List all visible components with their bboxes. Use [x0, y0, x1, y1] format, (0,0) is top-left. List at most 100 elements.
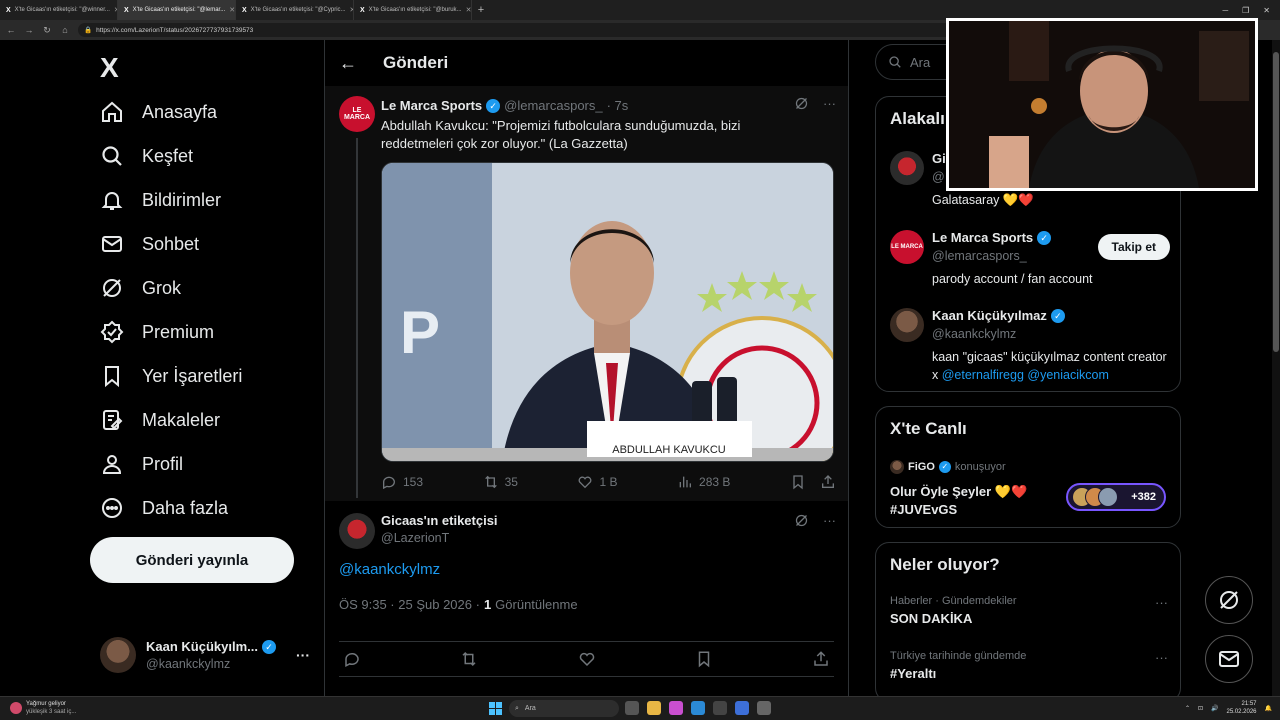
tab-close-icon[interactable]: ✕ — [466, 6, 471, 14]
trend-item[interactable]: Haberler · Gündemdekiler SON DAKİKA ··· — [890, 595, 1168, 626]
post-button[interactable]: Gönderi yayınla — [90, 537, 294, 583]
live-listeners-badge[interactable]: +382 — [1066, 483, 1166, 511]
close-window-icon[interactable]: ✕ — [1263, 6, 1270, 15]
post-header: ← Gönderi — [325, 40, 848, 86]
share-icon[interactable] — [812, 650, 830, 668]
reply-count[interactable]: 153 — [381, 474, 423, 490]
bio-link[interactable]: @eternalfiregg — [942, 368, 1024, 382]
start-button[interactable] — [489, 702, 502, 715]
views-label: Görüntülenme — [495, 597, 578, 612]
sidebar-item-notifications[interactable]: Bildirimler — [100, 185, 221, 215]
reply-icon[interactable] — [343, 650, 361, 668]
messages-fab-button[interactable] — [1205, 635, 1253, 683]
avatar[interactable] — [339, 513, 375, 549]
repost-icon[interactable] — [460, 650, 478, 668]
article-icon — [103, 410, 123, 430]
taskbar-search[interactable]: ⌕ Ara — [509, 700, 619, 717]
live-topic[interactable]: Olur Öyle Şeyler 💛❤️ #JUVEvGS — [890, 483, 1027, 519]
browser-tab-active[interactable]: X X'te Gicaas'ın etiketçisi: "@lemar... ✕ — [118, 0, 236, 20]
like-count[interactable]: 1 B — [577, 474, 618, 490]
notification-icon[interactable]: 🔔 — [1265, 705, 1272, 712]
account-switcher[interactable]: Kaan Küçükyılm... ✓ @kaankckylmz ··· — [100, 635, 310, 675]
file-explorer-icon[interactable] — [647, 701, 661, 715]
bookmark-icon[interactable] — [790, 474, 806, 490]
post-timestamp[interactable]: ÖS 9:35 · 25 Şub 2026 · — [339, 597, 480, 612]
browser-tab[interactable]: XX'te Gicaas'ın etiketçisi: "@Cypric...✕ — [236, 0, 354, 20]
tab-close-icon[interactable]: ✕ — [229, 6, 235, 14]
browser-tab[interactable]: XX'te Gicaas'ın etiketçisi: "@winner...✕ — [0, 0, 118, 20]
sidebar-item-articles[interactable]: Makaleler — [100, 405, 220, 435]
quoted-post[interactable]: LE MARCA Le Marca Sports ✓ @lemarcaspors… — [325, 86, 848, 501]
author-handle[interactable]: @LazerionT — [381, 531, 449, 545]
more-options-icon[interactable]: ··· — [823, 96, 836, 111]
weather-widget[interactable]: Yağmur geliyor yükleşik 3 saat iç... — [10, 700, 76, 716]
x-logo-icon[interactable]: X — [100, 52, 119, 84]
sidebar-item-bookmarks[interactable]: Yer İşaretleri — [100, 361, 242, 391]
url-field[interactable]: 🔒 https://x.com/LazerionT/status/2026727… — [78, 23, 978, 37]
post-image[interactable]: P ABDULLAH KAVUKCU — [381, 162, 834, 462]
author-name[interactable]: Le Marca Sports — [381, 98, 482, 113]
edge-icon[interactable] — [691, 701, 705, 715]
view-count[interactable]: 283 B — [677, 474, 730, 490]
reload-icon[interactable]: ↻ — [42, 25, 52, 36]
account-more-icon[interactable]: ··· — [296, 647, 310, 663]
card-title: Alakalı — [890, 109, 945, 128]
sidebar-item-home[interactable]: Anasayfa — [100, 97, 217, 127]
volume-icon[interactable]: 🔊 — [1211, 705, 1218, 712]
sidebar-item-more[interactable]: Daha fazla — [100, 493, 228, 523]
more-options-icon[interactable]: ··· — [823, 513, 836, 528]
clock[interactable]: 21:57 25.02.2026 — [1226, 700, 1256, 716]
scrollbar-thumb[interactable] — [1273, 52, 1279, 352]
post-text: Abdullah Kavukcu: "Projemizi futbolcular… — [381, 118, 741, 151]
heart-icon[interactable] — [578, 650, 596, 668]
live-host[interactable]: FiGO ✓ konuşuyor — [890, 460, 1006, 474]
grok-fab-button[interactable] — [1205, 576, 1253, 624]
sidebar-item-explore[interactable]: Keşfet — [100, 141, 193, 171]
verified-badge-icon: ✓ — [1037, 230, 1052, 245]
page-scrollbar[interactable] — [1272, 40, 1280, 696]
sidebar-item-profile[interactable]: Profil — [100, 449, 183, 479]
back-arrow-icon[interactable]: ← — [339, 53, 357, 74]
app-icon[interactable] — [713, 701, 727, 715]
sidebar-item-grok[interactable]: Grok — [100, 273, 181, 303]
avatar: LE MARCA — [890, 230, 924, 264]
post-meta: ÖS 9:35 · 25 Şub 2026 · 1 Görüntülenme — [339, 597, 578, 612]
restore-icon[interactable]: ❐ — [1242, 6, 1249, 15]
forward-nav-icon[interactable]: → — [24, 25, 34, 35]
minimize-icon[interactable]: ─ — [1222, 6, 1228, 15]
network-icon[interactable]: ⊡ — [1198, 705, 1203, 712]
author-name[interactable]: Gicaas'ın etiketçisi — [381, 513, 498, 528]
trend-item[interactable]: Türkiye tarihinde gündemde #Yeraltı ··· — [890, 650, 1168, 681]
author-handle[interactable]: @lemarcaspors_ — [504, 98, 602, 113]
bio-link[interactable]: @yeniacikcom — [1027, 368, 1108, 382]
follow-button[interactable]: Takip et — [1097, 234, 1170, 260]
avatar[interactable]: LE MARCA — [339, 96, 375, 132]
app-icon[interactable] — [757, 701, 771, 715]
sidebar-item-premium[interactable]: Premium — [100, 317, 214, 347]
grok-icon[interactable] — [794, 96, 809, 111]
task-view-icon[interactable] — [625, 701, 639, 715]
avatar — [100, 637, 136, 673]
sidebar-item-messages[interactable]: Sohbet — [100, 229, 199, 259]
x-favicon-icon: X — [124, 6, 129, 14]
app-icon[interactable] — [735, 701, 749, 715]
more-options-icon[interactable]: ··· — [1155, 650, 1168, 665]
more-options-icon[interactable]: ··· — [1155, 595, 1168, 610]
related-person[interactable]: Kaan Küçükyılmaz ✓ @kaankckylmz kaan "gic… — [890, 308, 1170, 384]
home-nav-icon[interactable]: ⌂ — [60, 25, 70, 35]
post-mention-link[interactable]: @kaankckylmz — [339, 561, 440, 578]
new-tab-button[interactable]: + — [472, 4, 490, 16]
avatar — [890, 151, 924, 185]
app-icon[interactable] — [669, 701, 683, 715]
card-title: X'te Canlı — [890, 419, 967, 438]
repost-count[interactable]: 35 — [483, 474, 518, 490]
back-nav-icon[interactable]: ← — [6, 25, 16, 35]
browser-tab[interactable]: X X'te Gicaas'ın etiketçisi: "@buruk... ✕ — [354, 0, 472, 20]
bookmark-icon[interactable] — [695, 650, 713, 668]
share-icon[interactable] — [820, 474, 836, 490]
related-person[interactable]: LE MARCA Le Marca Sports ✓ @lemarcaspors_… — [890, 230, 1170, 288]
tray-chevron-icon[interactable]: ⌃ — [1185, 705, 1190, 712]
reply-icon — [383, 476, 395, 490]
avatar — [1098, 487, 1118, 507]
grok-icon[interactable] — [794, 513, 809, 528]
